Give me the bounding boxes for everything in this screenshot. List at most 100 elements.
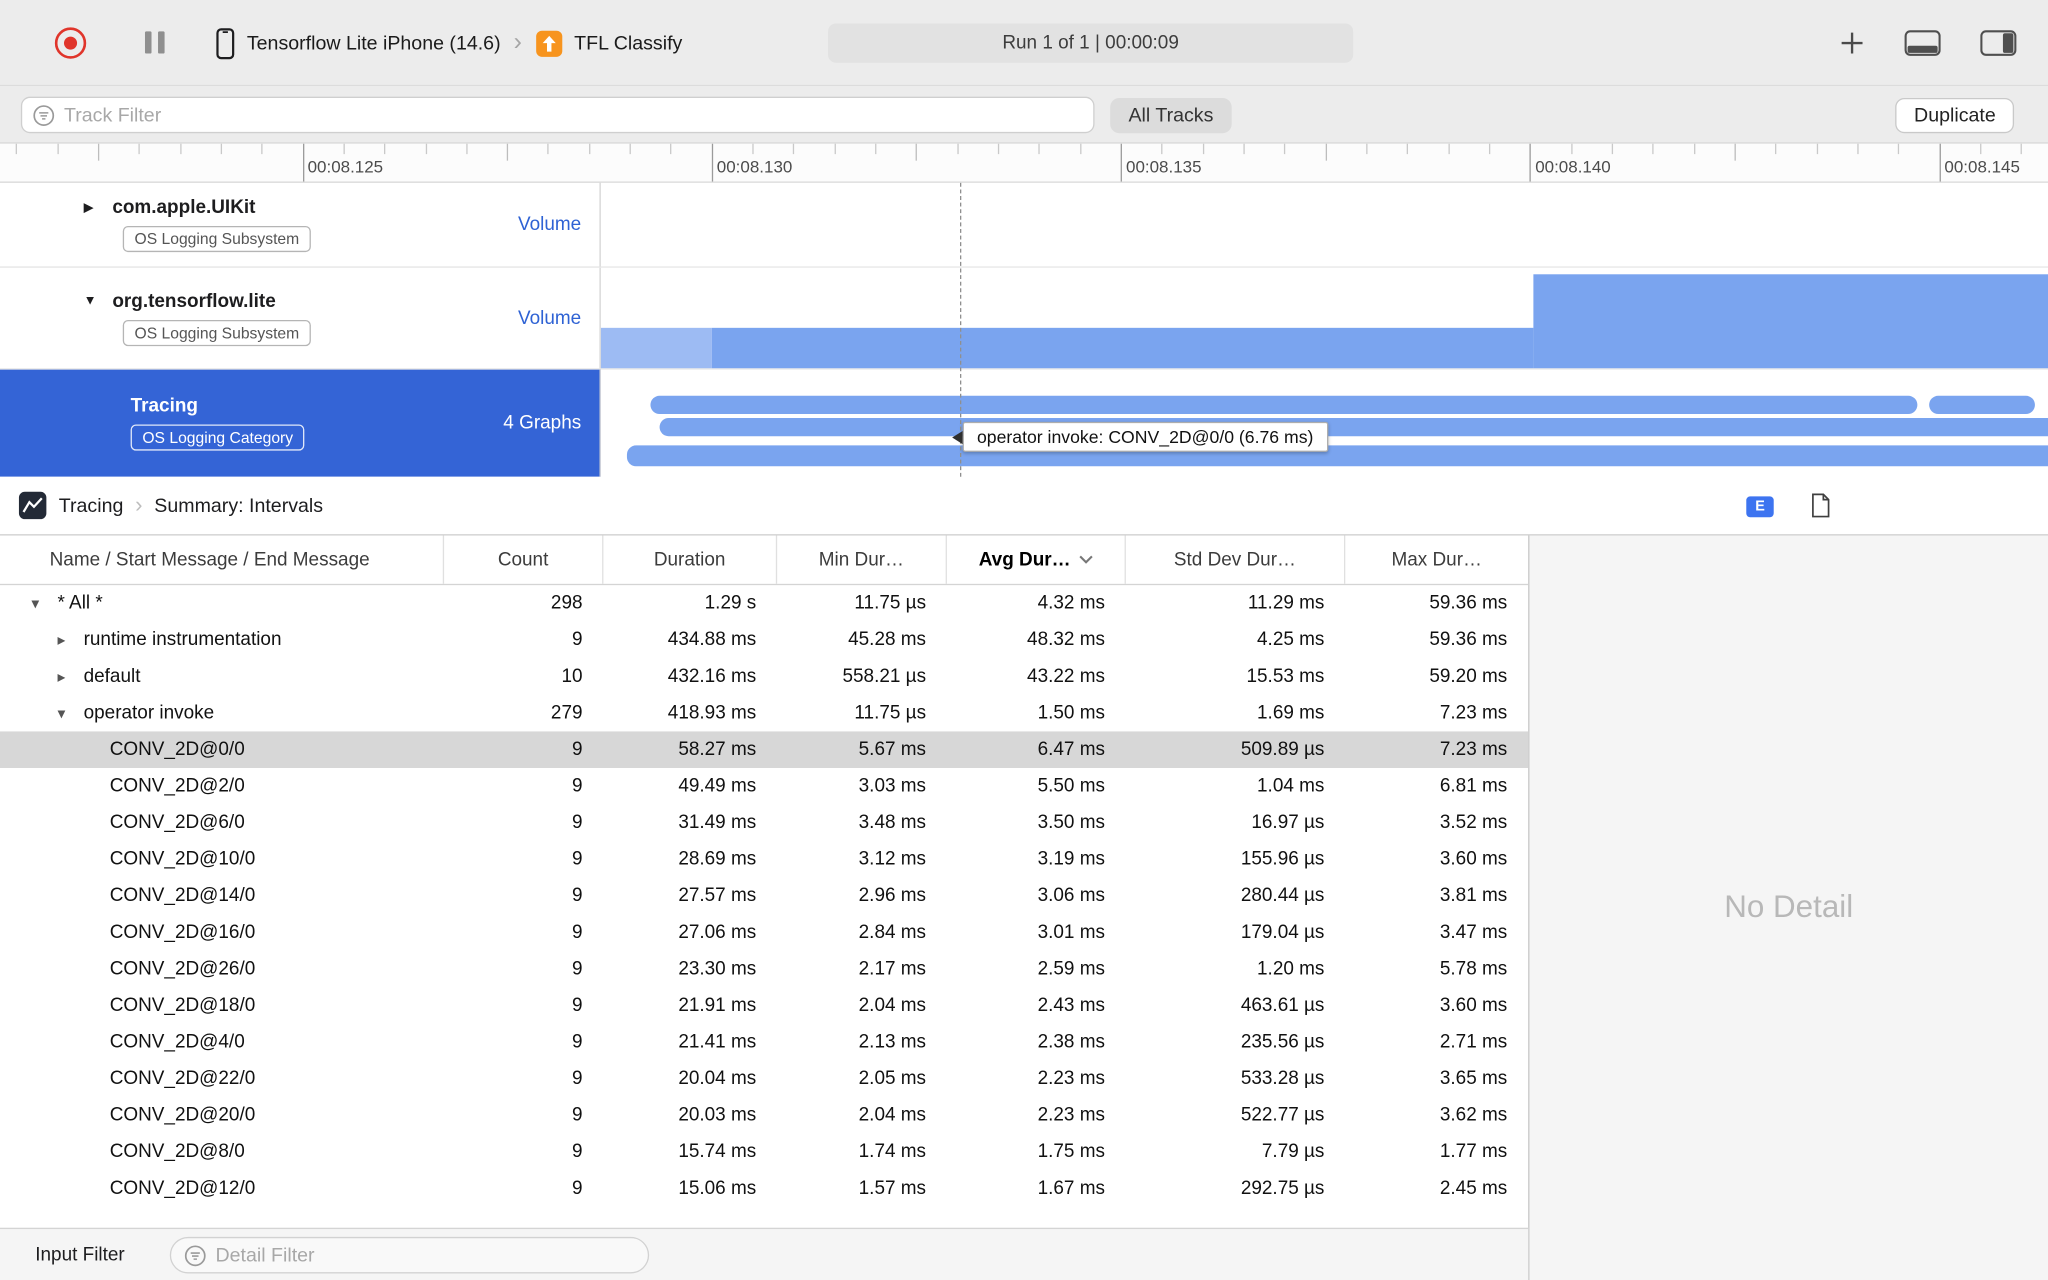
table-row[interactable]: CONV_2D@4/0 9 21.41 ms 2.13 ms 2.38 ms 235.56… (0, 1024, 1528, 1061)
row-value: 3.50 ms (1037, 812, 1105, 834)
ruler-tick (1038, 143, 1041, 155)
table-row[interactable]: CONV_2D@26/0 9 23.30 ms 2.17 ms 2.59 ms 1.20 … (0, 951, 1528, 988)
track-header-tracing[interactable]: Tracing OS Logging Category 4 Graphs (0, 369, 601, 477)
detail-filter-field[interactable] (169, 1236, 650, 1274)
interval-bar[interactable] (660, 417, 2048, 437)
column-header-count[interactable]: Count (444, 535, 604, 584)
row-value: 434.88 ms (667, 629, 757, 651)
row-value: 9 (571, 1104, 583, 1126)
run-status[interactable]: Run 1 of 1 | 00:00:09 (828, 23, 1354, 63)
device-name[interactable]: Tensorflow Lite iPhone (14.6) (247, 32, 501, 54)
row-value: 2.17 ms (858, 958, 927, 980)
track-row-tracing[interactable]: Tracing OS Logging Category 4 Graphs ope… (0, 369, 2048, 477)
row-value: 558.21 µs (842, 666, 927, 688)
table-row[interactable]: ▸ default 10 432.16 ms 558.21 µs 43.22 ms 15.5… (0, 658, 1528, 695)
column-header-avg[interactable]: Avg Dur… (947, 535, 1126, 584)
ruler-tick (711, 143, 713, 182)
ruler-tick (1652, 143, 1655, 155)
row-label: CONV_2D@0/0 (109, 739, 245, 761)
toolbar-right (1839, 0, 2017, 86)
table-row[interactable]: CONV_2D@20/0 9 20.03 ms 2.04 ms 2.23 ms 522.7… (0, 1097, 1528, 1134)
breadcrumb-page[interactable]: Summary: Intervals (154, 494, 323, 516)
row-value: 16.97 µs (1251, 812, 1325, 834)
row-value: 418.93 ms (667, 702, 757, 724)
detail-filter-input[interactable] (215, 1244, 635, 1267)
bottom-panel-toggle[interactable] (1904, 30, 1941, 56)
breadcrumb-instrument[interactable]: Tracing (59, 494, 124, 516)
pause-button[interactable] (144, 31, 165, 54)
record-button[interactable] (54, 27, 87, 59)
detail-breadcrumb-bar: Tracing › Summary: Intervals E (0, 476, 2048, 536)
table-row[interactable]: ▾ * All * 298 1.29 s 11.75 µs 4.32 ms 11.29 ms… (0, 585, 1528, 622)
app-name[interactable]: TFL Classify (574, 32, 682, 54)
track-name: org.tensorflow.lite (112, 290, 276, 312)
tooltip-text: operator invoke: CONV_2D@0/0 (6.76 ms) (976, 427, 1314, 447)
add-instrument-button[interactable] (1839, 30, 1865, 56)
disclosure-collapsed-icon[interactable]: ▶ (84, 200, 113, 214)
uikit-graph[interactable] (600, 182, 2048, 267)
ruler-label: 00:08.145 (1944, 156, 2020, 177)
table-row[interactable]: CONV_2D@6/0 9 31.49 ms 3.48 ms 3.50 ms 16.97 … (0, 805, 1528, 842)
table-row[interactable]: CONV_2D@16/0 9 27.06 ms 2.84 ms 3.01 ms 179.0… (0, 914, 1528, 951)
table-row[interactable]: ▸ runtime instrumentation 9 434.88 ms 45.28 … (0, 622, 1528, 659)
right-panel-toggle[interactable] (1980, 30, 2017, 56)
track-header-uikit[interactable]: ▶ com.apple.UIKit OS Logging Subsystem V… (0, 182, 601, 267)
track-filter-input[interactable] (63, 103, 1083, 127)
document-icon[interactable] (1810, 492, 1831, 518)
column-header-name[interactable]: Name / Start Message / End Message (0, 535, 445, 584)
input-filter-label[interactable]: Input Filter (35, 1244, 124, 1265)
row-value: 235.56 µs (1240, 1031, 1325, 1053)
table-row[interactable]: CONV_2D@12/0 9 15.06 ms 1.57 ms 1.67 ms 292.7… (0, 1170, 1528, 1207)
row-value: 3.60 ms (1439, 995, 1508, 1017)
interval-bar[interactable] (1929, 395, 2035, 415)
disclosure-expanded-icon[interactable]: ▼ (84, 294, 113, 308)
chevron-right-icon[interactable]: ▸ (57, 667, 83, 685)
no-detail-text: No Detail (1724, 889, 1854, 925)
ruler-tick (220, 143, 222, 155)
interval-bar[interactable] (650, 395, 1918, 415)
row-value: 9 (571, 922, 583, 944)
chevron-down-icon[interactable]: ▾ (31, 594, 57, 612)
table-row[interactable]: CONV_2D@14/0 9 27.57 ms 2.96 ms 3.06 ms 280.4… (0, 878, 1528, 915)
track-header-tensorflow[interactable]: ▼ org.tensorflow.lite OS Logging Subsyst… (0, 267, 601, 369)
chevron-right-icon: › (135, 492, 143, 518)
row-label: CONV_2D@26/0 (109, 958, 256, 980)
column-header-max[interactable]: Max Dur… (1345, 536, 1528, 584)
ruler-tick (1939, 143, 1941, 182)
lower-split: Name / Start Message / End Message Count… (0, 535, 2048, 1280)
column-header-min[interactable]: Min Dur… (777, 535, 947, 584)
tracing-graph[interactable]: operator invoke: CONV_2D@0/0 (6.76 ms) (600, 369, 2048, 477)
table-row[interactable]: ▾ operator invoke 279 418.93 ms 11.75 µs 1.50… (0, 695, 1528, 732)
row-label: CONV_2D@18/0 (109, 995, 256, 1017)
volume-graph-segment (712, 328, 1533, 369)
table-row[interactable]: CONV_2D@10/0 9 28.69 ms 3.12 ms 3.19 ms 155.9… (0, 841, 1528, 878)
interval-bar[interactable] (626, 445, 2048, 467)
row-value: 3.19 ms (1037, 848, 1105, 870)
table-row[interactable]: CONV_2D@0/0 9 58.27 ms 5.67 ms 6.47 ms 509.89… (0, 731, 1529, 768)
chevron-down-icon[interactable]: ▾ (57, 704, 83, 722)
column-header-duration[interactable]: Duration (603, 535, 778, 584)
expanded-detail-button[interactable]: E (1746, 496, 1774, 518)
duplicate-button[interactable]: Duplicate (1895, 97, 2015, 134)
row-value: 1.74 ms (858, 1141, 927, 1163)
table-row[interactable]: CONV_2D@2/0 9 49.49 ms 3.03 ms 5.50 ms 1.04 m… (0, 768, 1528, 805)
row-value: 9 (571, 958, 583, 980)
table-row[interactable]: CONV_2D@18/0 9 21.91 ms 2.04 ms 2.43 ms 463.6… (0, 987, 1528, 1024)
track-filter-field[interactable] (20, 96, 1095, 134)
all-tracks-button[interactable]: All Tracks (1110, 97, 1232, 134)
target-selector[interactable]: Tensorflow Lite iPhone (14.6) › TFL Clas… (216, 0, 682, 86)
row-value: 5.67 ms (858, 739, 927, 761)
row-value: 5.50 ms (1037, 775, 1105, 797)
row-value: 298 (550, 592, 583, 614)
ruler-tick (1693, 143, 1695, 155)
track-row-tensorflow[interactable]: ▼ org.tensorflow.lite OS Logging Subsyst… (0, 267, 2048, 370)
timeline-ruler[interactable]: 00:08.125 00:08.130 00:08.135 00:08.140 00:0… (0, 143, 2048, 183)
volume-graph[interactable] (600, 267, 2048, 369)
table-row[interactable]: CONV_2D@22/0 9 20.04 ms 2.05 ms 2.23 ms 533.2… (0, 1061, 1528, 1098)
ruler-label: 00:08.130 (716, 156, 793, 177)
chevron-right-icon[interactable]: ▸ (57, 631, 83, 649)
ruler-tick (1775, 143, 1777, 155)
track-row-uikit[interactable]: ▶ com.apple.UIKit OS Logging Subsystem V… (0, 182, 2048, 268)
table-row[interactable]: CONV_2D@8/0 9 15.74 ms 1.74 ms 1.75 ms 7.79 µ… (0, 1134, 1528, 1171)
column-header-stddev[interactable]: Std Dev Dur… (1126, 535, 1346, 584)
